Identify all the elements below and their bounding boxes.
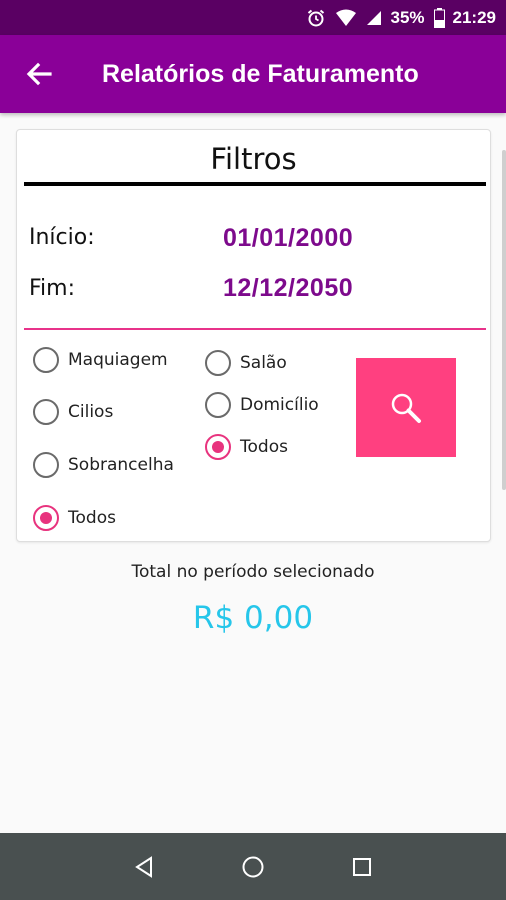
filters-card: Filtros Início: 01/01/2000 Fim: 12/12/20… bbox=[16, 129, 491, 542]
arrow-left-icon bbox=[26, 62, 52, 86]
app-bar: Relatórios de Faturamento bbox=[0, 35, 506, 113]
radio-sobrancelha[interactable]: Sobrancelha bbox=[33, 452, 174, 478]
radio-circle bbox=[33, 347, 59, 373]
radio-circle bbox=[33, 452, 59, 478]
alarm-icon bbox=[306, 8, 326, 28]
total-value: R$ 0,00 bbox=[192, 600, 314, 636]
search-icon bbox=[391, 393, 421, 423]
clock: 21:29 bbox=[452, 7, 496, 27]
battery-percent: 35% bbox=[390, 7, 425, 27]
triangle-back-icon bbox=[135, 855, 153, 878]
start-date-label: Início: bbox=[29, 225, 95, 250]
radio-circle bbox=[33, 399, 59, 425]
circle-home-icon bbox=[242, 856, 264, 877]
scrollbar[interactable] bbox=[502, 150, 506, 490]
radio-label: Todos bbox=[240, 437, 288, 457]
radio-salao[interactable]: Salão bbox=[205, 350, 287, 376]
battery-icon bbox=[433, 7, 445, 28]
signal-icon bbox=[366, 10, 382, 26]
radio-circle bbox=[33, 505, 59, 531]
radio-label: Sobrancelha bbox=[68, 455, 174, 475]
status-bar: 35% 21:29 bbox=[0, 0, 506, 35]
radio-maquiagem[interactable]: Maquiagem bbox=[33, 347, 168, 373]
nav-recents-button[interactable] bbox=[342, 847, 382, 887]
square-recents-icon bbox=[352, 857, 371, 876]
section-divider bbox=[24, 328, 486, 330]
nav-back-button[interactable] bbox=[124, 847, 164, 887]
radio-label: Maquiagem bbox=[68, 350, 168, 370]
radio-label: Todos bbox=[68, 508, 116, 528]
radio-circle bbox=[205, 350, 231, 376]
radio-cilios[interactable]: Cilios bbox=[33, 399, 113, 425]
radio-domicilio[interactable]: Domicílio bbox=[205, 392, 319, 418]
back-button[interactable] bbox=[22, 59, 56, 89]
search-button[interactable] bbox=[356, 358, 456, 457]
title-divider bbox=[24, 182, 486, 186]
navigation-bar bbox=[0, 833, 506, 900]
total-label: Total no período selecionado bbox=[131, 562, 375, 582]
radio-label: Salão bbox=[240, 353, 287, 373]
start-date-value[interactable]: 01/01/2000 bbox=[223, 224, 353, 253]
radio-circle bbox=[205, 392, 231, 418]
nav-home-button[interactable] bbox=[233, 847, 273, 887]
radio-label: Domicílio bbox=[240, 395, 319, 415]
radio-label: Cilios bbox=[68, 402, 114, 422]
radio-location-todos[interactable]: Todos bbox=[205, 434, 288, 460]
radio-circle bbox=[205, 434, 231, 460]
radio-service-todos[interactable]: Todos bbox=[33, 505, 116, 531]
page-title: Relatórios de Faturamento bbox=[102, 60, 419, 88]
filters-title: Filtros bbox=[210, 142, 297, 176]
wifi-icon bbox=[335, 9, 357, 27]
end-date-label: Fim: bbox=[29, 276, 76, 301]
end-date-value[interactable]: 12/12/2050 bbox=[223, 274, 353, 303]
